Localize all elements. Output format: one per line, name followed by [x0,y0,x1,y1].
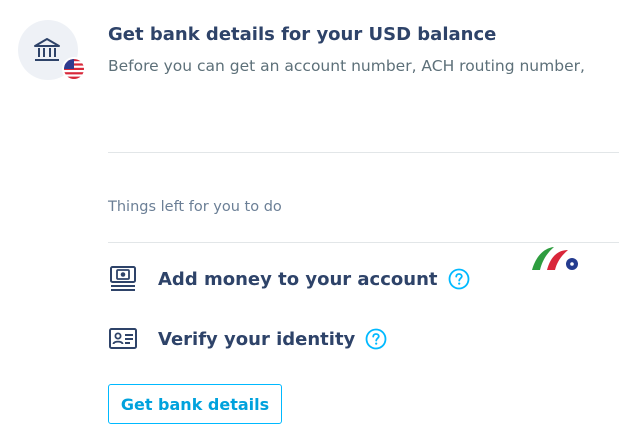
us-flag-icon [64,59,84,79]
watermark-logo [532,247,578,270]
id-card-icon [109,328,137,349]
todo-item-add-money: Add money to your account [108,264,470,294]
divider [108,152,619,153]
todo-item-verify-identity: Verify your identity [108,324,387,354]
bank-icon [34,38,60,61]
help-icon[interactable] [365,328,387,350]
todo-heading: Things left for you to do [108,199,282,215]
help-icon[interactable] [448,268,470,290]
get-bank-details-button[interactable]: Get bank details [108,384,282,424]
cash-icon [110,266,136,291]
bank-badge [18,20,84,80]
page-title: Get bank details for your USD balance [108,24,497,45]
todo-label-verify-identity: Verify your identity [158,328,356,350]
todo-label-add-money: Add money to your account [158,268,438,290]
page-description: Before you can get an account number, AC… [108,57,585,75]
divider [108,242,619,243]
